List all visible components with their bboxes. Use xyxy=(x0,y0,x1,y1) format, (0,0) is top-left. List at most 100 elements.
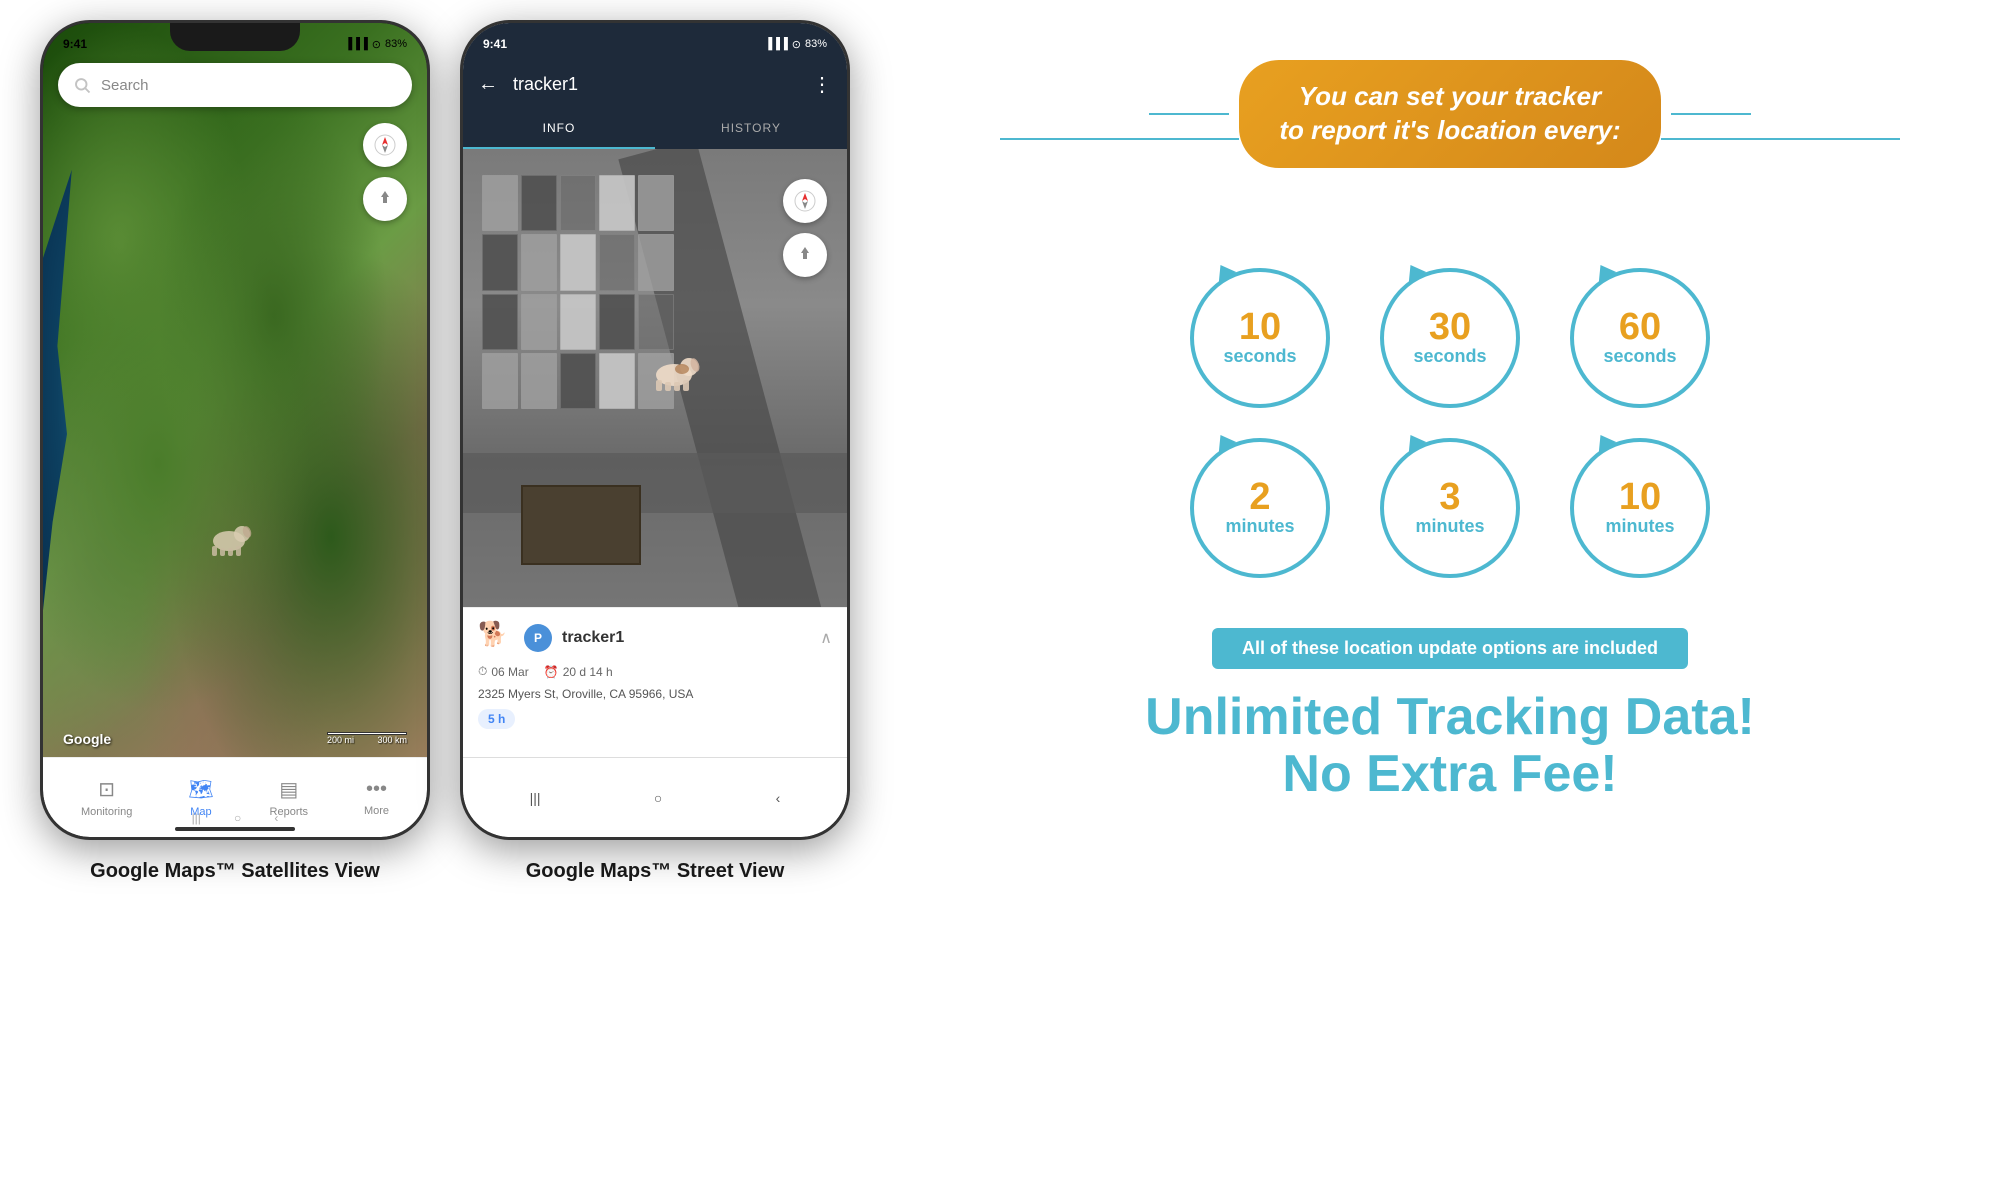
circle-3min-number: 3 xyxy=(1439,478,1460,516)
share-icon-2 xyxy=(795,245,815,265)
scale-bar-1: 200 mi 300 km xyxy=(327,732,407,745)
tracker-dog-icon: 🐕 xyxy=(478,620,514,656)
tab-info-label: INFO xyxy=(543,121,576,135)
parking-spot-15 xyxy=(638,294,674,350)
dog-aerial-icon xyxy=(647,347,702,396)
scale-200mi: 200 mi xyxy=(327,735,354,745)
parking-spot-11 xyxy=(482,294,518,350)
parking-spot-18 xyxy=(560,353,596,409)
phone2-wrapper: 9:41 ▐▐▐ ⊙ 83% ← tracker1 ⋮ xyxy=(460,20,850,883)
tracker-meta: ⏱ 06 Mar ⏰ 20 d 14 h xyxy=(478,664,832,679)
search-placeholder: Search xyxy=(101,77,149,94)
phone1-status-bar: 9:41 ▐▐▐ ⊙ 83% xyxy=(43,23,427,59)
home-gesture: |||○‹ xyxy=(175,811,295,825)
water-area-2 xyxy=(273,537,427,757)
nav-more[interactable]: ••• More xyxy=(352,770,401,825)
map-icon: 🗺 xyxy=(188,777,213,802)
phone2-status-bar: 9:41 ▐▐▐ ⊙ 83% xyxy=(463,23,847,59)
parking-spots xyxy=(482,175,674,409)
phone1-wrapper: 9:41 ▐▐▐ ⊙ 83% Search xyxy=(40,20,430,883)
circles-grid: 10 seconds 30 seconds 60 seconds 2 minut… xyxy=(1190,268,1710,578)
time-clock-icon: ⏰ xyxy=(544,665,559,679)
compass-icon-1 xyxy=(374,134,396,156)
phone2-gesture-bar: ||| ○ ‹ xyxy=(473,790,837,806)
parking-spot-10 xyxy=(638,234,674,290)
left-line xyxy=(1000,138,1239,140)
nav-monitoring[interactable]: ⊡ Monitoring xyxy=(69,769,144,826)
parking-spot-5 xyxy=(638,175,674,231)
search-icon xyxy=(73,76,91,94)
parking-spot-13 xyxy=(560,294,596,350)
circle-10sec: 10 seconds xyxy=(1190,268,1330,408)
phone2-caption: Google Maps™ Street View xyxy=(526,860,785,883)
circle-60sec-unit: seconds xyxy=(1603,346,1676,368)
phone1-time: 9:41 xyxy=(63,37,87,51)
search-bar[interactable]: Search xyxy=(58,63,412,107)
p-label: P xyxy=(534,631,542,645)
building-aerial xyxy=(521,485,641,565)
right-line xyxy=(1661,138,1900,140)
share-button-1[interactable] xyxy=(363,177,407,221)
compass-button-2[interactable] xyxy=(783,179,827,223)
phone2-time: 9:41 xyxy=(483,37,507,51)
phones-section: 9:41 ▐▐▐ ⊙ 83% Search xyxy=(40,20,940,883)
parking-spot-9 xyxy=(599,234,635,290)
phone2-frame: 9:41 ▐▐▐ ⊙ 83% ← tracker1 ⋮ xyxy=(460,20,850,840)
phone1-screen: 9:41 ▐▐▐ ⊙ 83% Search xyxy=(43,23,427,837)
parking-spot-2 xyxy=(521,175,557,231)
headline-container: You can set your tracker to report it's … xyxy=(1000,60,1900,218)
phone2-nav-bar: ||| ○ ‹ xyxy=(463,757,847,837)
parking-spot-3 xyxy=(560,175,596,231)
phone1-battery: ▐▐▐ ⊙ 83% xyxy=(344,38,407,51)
google-label-1: Google xyxy=(63,731,111,747)
tab-history-label: HISTORY xyxy=(721,121,781,135)
aerial-map-area xyxy=(463,149,847,669)
tab-info[interactable]: INFO xyxy=(463,109,655,149)
tracker-title: tracker1 xyxy=(513,74,812,95)
phone1-frame: 9:41 ▐▐▐ ⊙ 83% Search xyxy=(40,20,430,840)
back-arrow: ‹ xyxy=(776,790,781,806)
share-icon-1 xyxy=(375,189,395,209)
tracker-header: ← tracker1 ⋮ xyxy=(463,59,847,109)
battery-label-2: 83% xyxy=(805,38,827,50)
phone2-battery: ▐▐▐ ⊙ 83% xyxy=(764,38,827,51)
circle-30sec: 30 seconds xyxy=(1380,268,1520,408)
circle-60sec: 60 seconds xyxy=(1570,268,1710,408)
scale-300km: 300 km xyxy=(377,735,407,745)
circle-60sec-number: 60 xyxy=(1619,308,1661,346)
circle-2min-unit: minutes xyxy=(1225,516,1294,538)
tracker-address: 2325 Myers St, Oroville, CA 95966, USA xyxy=(478,687,832,701)
circle-2min-number: 2 xyxy=(1249,478,1270,516)
circle-10min-unit: minutes xyxy=(1605,516,1674,538)
unlimited-text: Unlimited Tracking Data! xyxy=(1145,689,1755,746)
time-value: 20 d 14 h xyxy=(563,665,613,679)
more-icon: ••• xyxy=(366,778,387,801)
battery-label: 83% xyxy=(385,38,407,50)
home-circle: ○ xyxy=(654,790,662,806)
headline-box: You can set your tracker to report it's … xyxy=(1239,60,1660,168)
tracker-name-label: tracker1 xyxy=(562,629,810,647)
wifi-icon: ⊙ xyxy=(372,38,381,51)
tracker-collapse-button[interactable]: ∧ xyxy=(820,628,832,648)
info-section: You can set your tracker to report it's … xyxy=(940,20,1960,843)
date-value: 06 Mar xyxy=(491,665,528,679)
share-button-2[interactable] xyxy=(783,233,827,277)
tracker-menu-button[interactable]: ⋮ xyxy=(812,72,832,97)
parking-spot-1 xyxy=(482,175,518,231)
google-logo-1: Google xyxy=(63,731,111,747)
tracker-info-header: 🐕 P tracker1 ∧ xyxy=(478,620,832,656)
phone1-caption: Google Maps™ Satellites View xyxy=(90,860,380,883)
circle-30sec-number: 30 xyxy=(1429,308,1471,346)
circle-10min: 10 minutes xyxy=(1570,438,1710,578)
tracker-time: ⏰ 20 d 14 h xyxy=(544,665,613,679)
circle-3min-unit: minutes xyxy=(1415,516,1484,538)
back-button[interactable]: ← xyxy=(478,73,498,96)
headline-text: You can set your tracker to report it's … xyxy=(1279,80,1620,148)
compass-button-1[interactable] xyxy=(363,123,407,167)
compass-icon-2 xyxy=(794,190,816,212)
tracker-tabs: INFO HISTORY xyxy=(463,109,847,149)
tab-history[interactable]: HISTORY xyxy=(655,109,847,149)
phone1-nav-bar: ⊡ Monitoring 🗺 Map ▤ Reports ••• xyxy=(43,757,427,837)
signal-icon: ▐▐▐ xyxy=(344,38,367,50)
headline-line2: to report it's location every: xyxy=(1279,115,1620,145)
